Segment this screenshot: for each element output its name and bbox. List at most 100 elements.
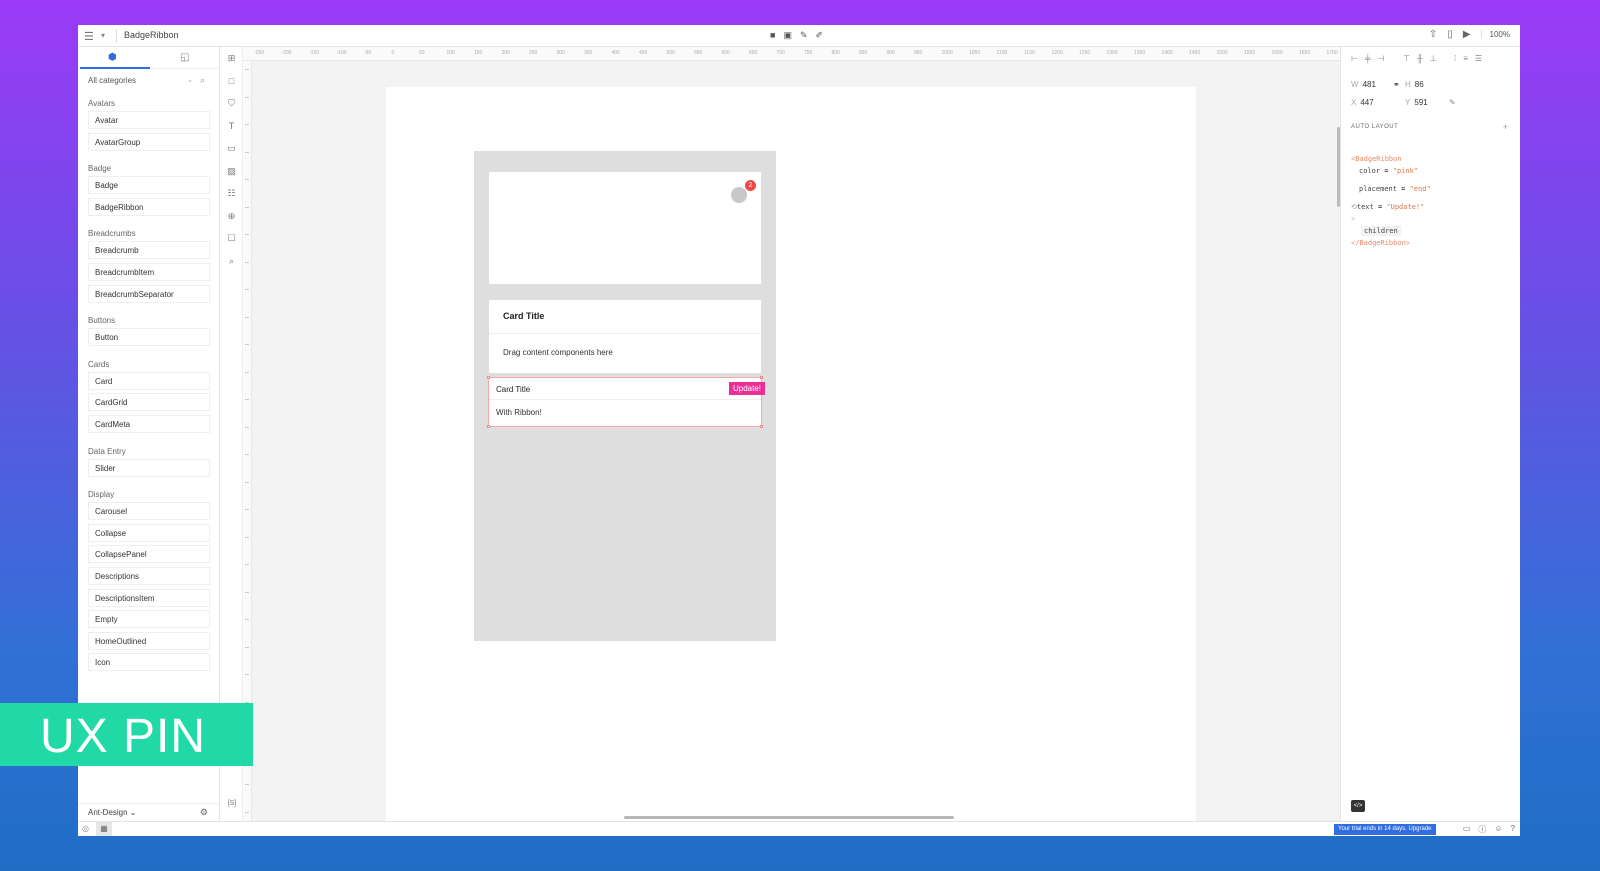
component-item[interactable]: Collapse [88, 523, 210, 542]
card-title: Card Title [496, 385, 531, 394]
children-slot[interactable]: children [1351, 225, 1431, 237]
help-icon[interactable]: ? [1511, 824, 1515, 835]
menu-icon[interactable]: ☰ [84, 30, 94, 43]
badge-container[interactable]: 2 [489, 172, 761, 284]
gear-icon[interactable]: ⚙ [200, 807, 208, 818]
ruler-label: 950 [914, 50, 923, 56]
text-prop-value[interactable]: "Update!" [1386, 203, 1424, 211]
trial-banner[interactable]: Your trial ends in 14 days. Upgrade [1334, 824, 1436, 835]
comment-mode-icon[interactable]: ✎ [800, 30, 808, 41]
component-item[interactable]: Descriptions [88, 566, 210, 585]
vertical-scrollbar[interactable] [1337, 127, 1340, 207]
component-item[interactable]: BreadcrumbItem [88, 262, 210, 281]
design-mode-icon[interactable]: ■ [770, 30, 775, 41]
search-icon[interactable]: ⌕ [200, 75, 205, 86]
y-field[interactable]: Y 591 [1405, 98, 1428, 107]
keyboard-shortcuts-icon[interactable]: [S] [221, 793, 243, 816]
chevron-down-icon[interactable]: ▾ [101, 31, 105, 40]
component-item[interactable]: Button [88, 328, 210, 347]
zoom-level[interactable]: 100% [1480, 30, 1510, 39]
components-tab-icon[interactable]: ⬢ [108, 52, 117, 63]
play-icon[interactable]: ▶ [1463, 29, 1471, 40]
component-item[interactable]: Slider [88, 458, 210, 477]
layers-icon[interactable]: ◎ [82, 824, 89, 833]
preview-mode-icon[interactable]: ✐ [816, 30, 824, 41]
y-label: Y [1405, 98, 1411, 107]
comment-tool-icon[interactable]: ☐ [221, 227, 242, 250]
width-field[interactable]: W 481 [1351, 80, 1376, 89]
component-item[interactable]: Badge [88, 176, 210, 195]
layers-tab-icon[interactable]: ◱ [180, 52, 189, 63]
export-icon[interactable]: ⇧ [1429, 29, 1437, 40]
distribute-vertical-icon[interactable]: ≡ [1463, 54, 1468, 63]
add-icon[interactable]: + [1503, 122, 1508, 132]
placement-prop-value[interactable]: "end" [1410, 185, 1431, 193]
component-item[interactable]: Empty [88, 610, 210, 629]
card[interactable]: Card Title Drag content components here [489, 300, 761, 373]
devices-icon[interactable]: ▭ [1463, 824, 1471, 835]
frame-tool-icon[interactable]: ⊞ [221, 47, 242, 70]
bookmark-icon[interactable]: ▯ [1447, 29, 1453, 40]
color-prop-value[interactable]: "pink" [1393, 167, 1418, 175]
color-prop[interactable]: color = "pink" [1351, 165, 1431, 177]
component-item[interactable]: Breadcrumb [88, 241, 210, 260]
image-tool-icon[interactable]: ▨ [221, 160, 242, 183]
spec-mode-icon[interactable]: ▣ [783, 30, 792, 41]
library-name[interactable]: Ant-Design ⌄ [88, 808, 137, 817]
add-tool-icon[interactable]: ⊕ [221, 205, 242, 228]
badge-count: 2 [745, 180, 756, 191]
mobile-frame[interactable]: 2 Card Title Drag content components her… [474, 151, 776, 641]
placement-prop[interactable]: placement = "end" [1351, 183, 1431, 195]
ribbon[interactable]: Update! [728, 382, 765, 395]
component-item[interactable]: Avatar [88, 111, 210, 129]
text-prop[interactable]: ⟲text = "Update!" [1351, 201, 1431, 213]
resize-handle[interactable] [760, 425, 763, 428]
distribute-horizontal-icon[interactable]: ⁞ [1454, 54, 1456, 63]
more-icon[interactable]: ☰ [1475, 54, 1482, 63]
component-item[interactable]: AvatarGroup [88, 132, 210, 151]
text-tool-icon[interactable]: T [221, 115, 242, 138]
horizontal-scrollbar[interactable] [624, 816, 954, 819]
component-item[interactable]: HomeOutlined [88, 631, 210, 650]
align-top-icon[interactable]: ⊤ [1403, 54, 1410, 63]
group-gap [88, 306, 210, 314]
component-item[interactable]: Card [88, 371, 210, 390]
chevron-down-icon[interactable]: ⌄ [187, 76, 193, 84]
resize-handle[interactable] [760, 376, 763, 379]
ruler-tick [245, 69, 249, 70]
align-center-icon[interactable]: ╪ [1365, 54, 1371, 63]
component-item[interactable]: CardGrid [88, 393, 210, 412]
info-icon[interactable]: ⓘ [1478, 824, 1486, 835]
component-item[interactable]: DescriptionsItem [88, 588, 210, 607]
component-item[interactable]: Icon [88, 653, 210, 672]
component-item[interactable]: CardMeta [88, 414, 210, 433]
badge-ribbon-card[interactable]: Card Title With Ribbon! Update! [487, 376, 765, 428]
resize-handle[interactable] [487, 376, 490, 379]
resize-handle[interactable] [487, 425, 490, 428]
grid-icon[interactable]: ▦ [96, 822, 112, 836]
components-tool-icon[interactable]: ☷ [221, 182, 242, 205]
card-body: With Ribbon! [496, 408, 542, 417]
align-bottom-icon[interactable]: ⊥ [1430, 54, 1437, 63]
category-filter[interactable]: All categories ⌄ ⌕ [78, 69, 219, 93]
component-item[interactable]: Carousel [88, 502, 210, 521]
emoji-icon[interactable]: ☺ [1494, 824, 1502, 835]
canvas[interactable]: -250 -200 -150 -100 -50 0 50 100 150 200 250 300 350… [243, 47, 1340, 821]
code-view-button[interactable]: </> [1351, 800, 1365, 812]
avatar[interactable] [731, 187, 747, 203]
component-item[interactable]: BreadcrumbSeparator [88, 284, 210, 303]
input-tool-icon[interactable]: ▭ [221, 137, 242, 160]
category-select[interactable]: All categories [88, 76, 136, 85]
component-item[interactable]: BadgeRibbon [88, 197, 210, 216]
pen-tool-icon[interactable]: ⛉ [221, 92, 242, 115]
rotate-icon[interactable]: ✎ [1449, 98, 1456, 107]
rectangle-tool-icon[interactable]: □ [221, 70, 242, 93]
component-item[interactable]: CollapsePanel [88, 545, 210, 564]
align-middle-icon[interactable]: ╫ [1417, 54, 1423, 63]
height-field[interactable]: H 86 [1405, 80, 1424, 89]
search-icon[interactable]: ⌕ [221, 250, 242, 273]
align-left-icon[interactable]: ⊢ [1351, 54, 1358, 63]
lock-ratio-icon[interactable]: ⚭ [1393, 80, 1400, 89]
align-right-icon[interactable]: ⊣ [1378, 54, 1385, 63]
x-field[interactable]: X 447 [1351, 98, 1374, 107]
